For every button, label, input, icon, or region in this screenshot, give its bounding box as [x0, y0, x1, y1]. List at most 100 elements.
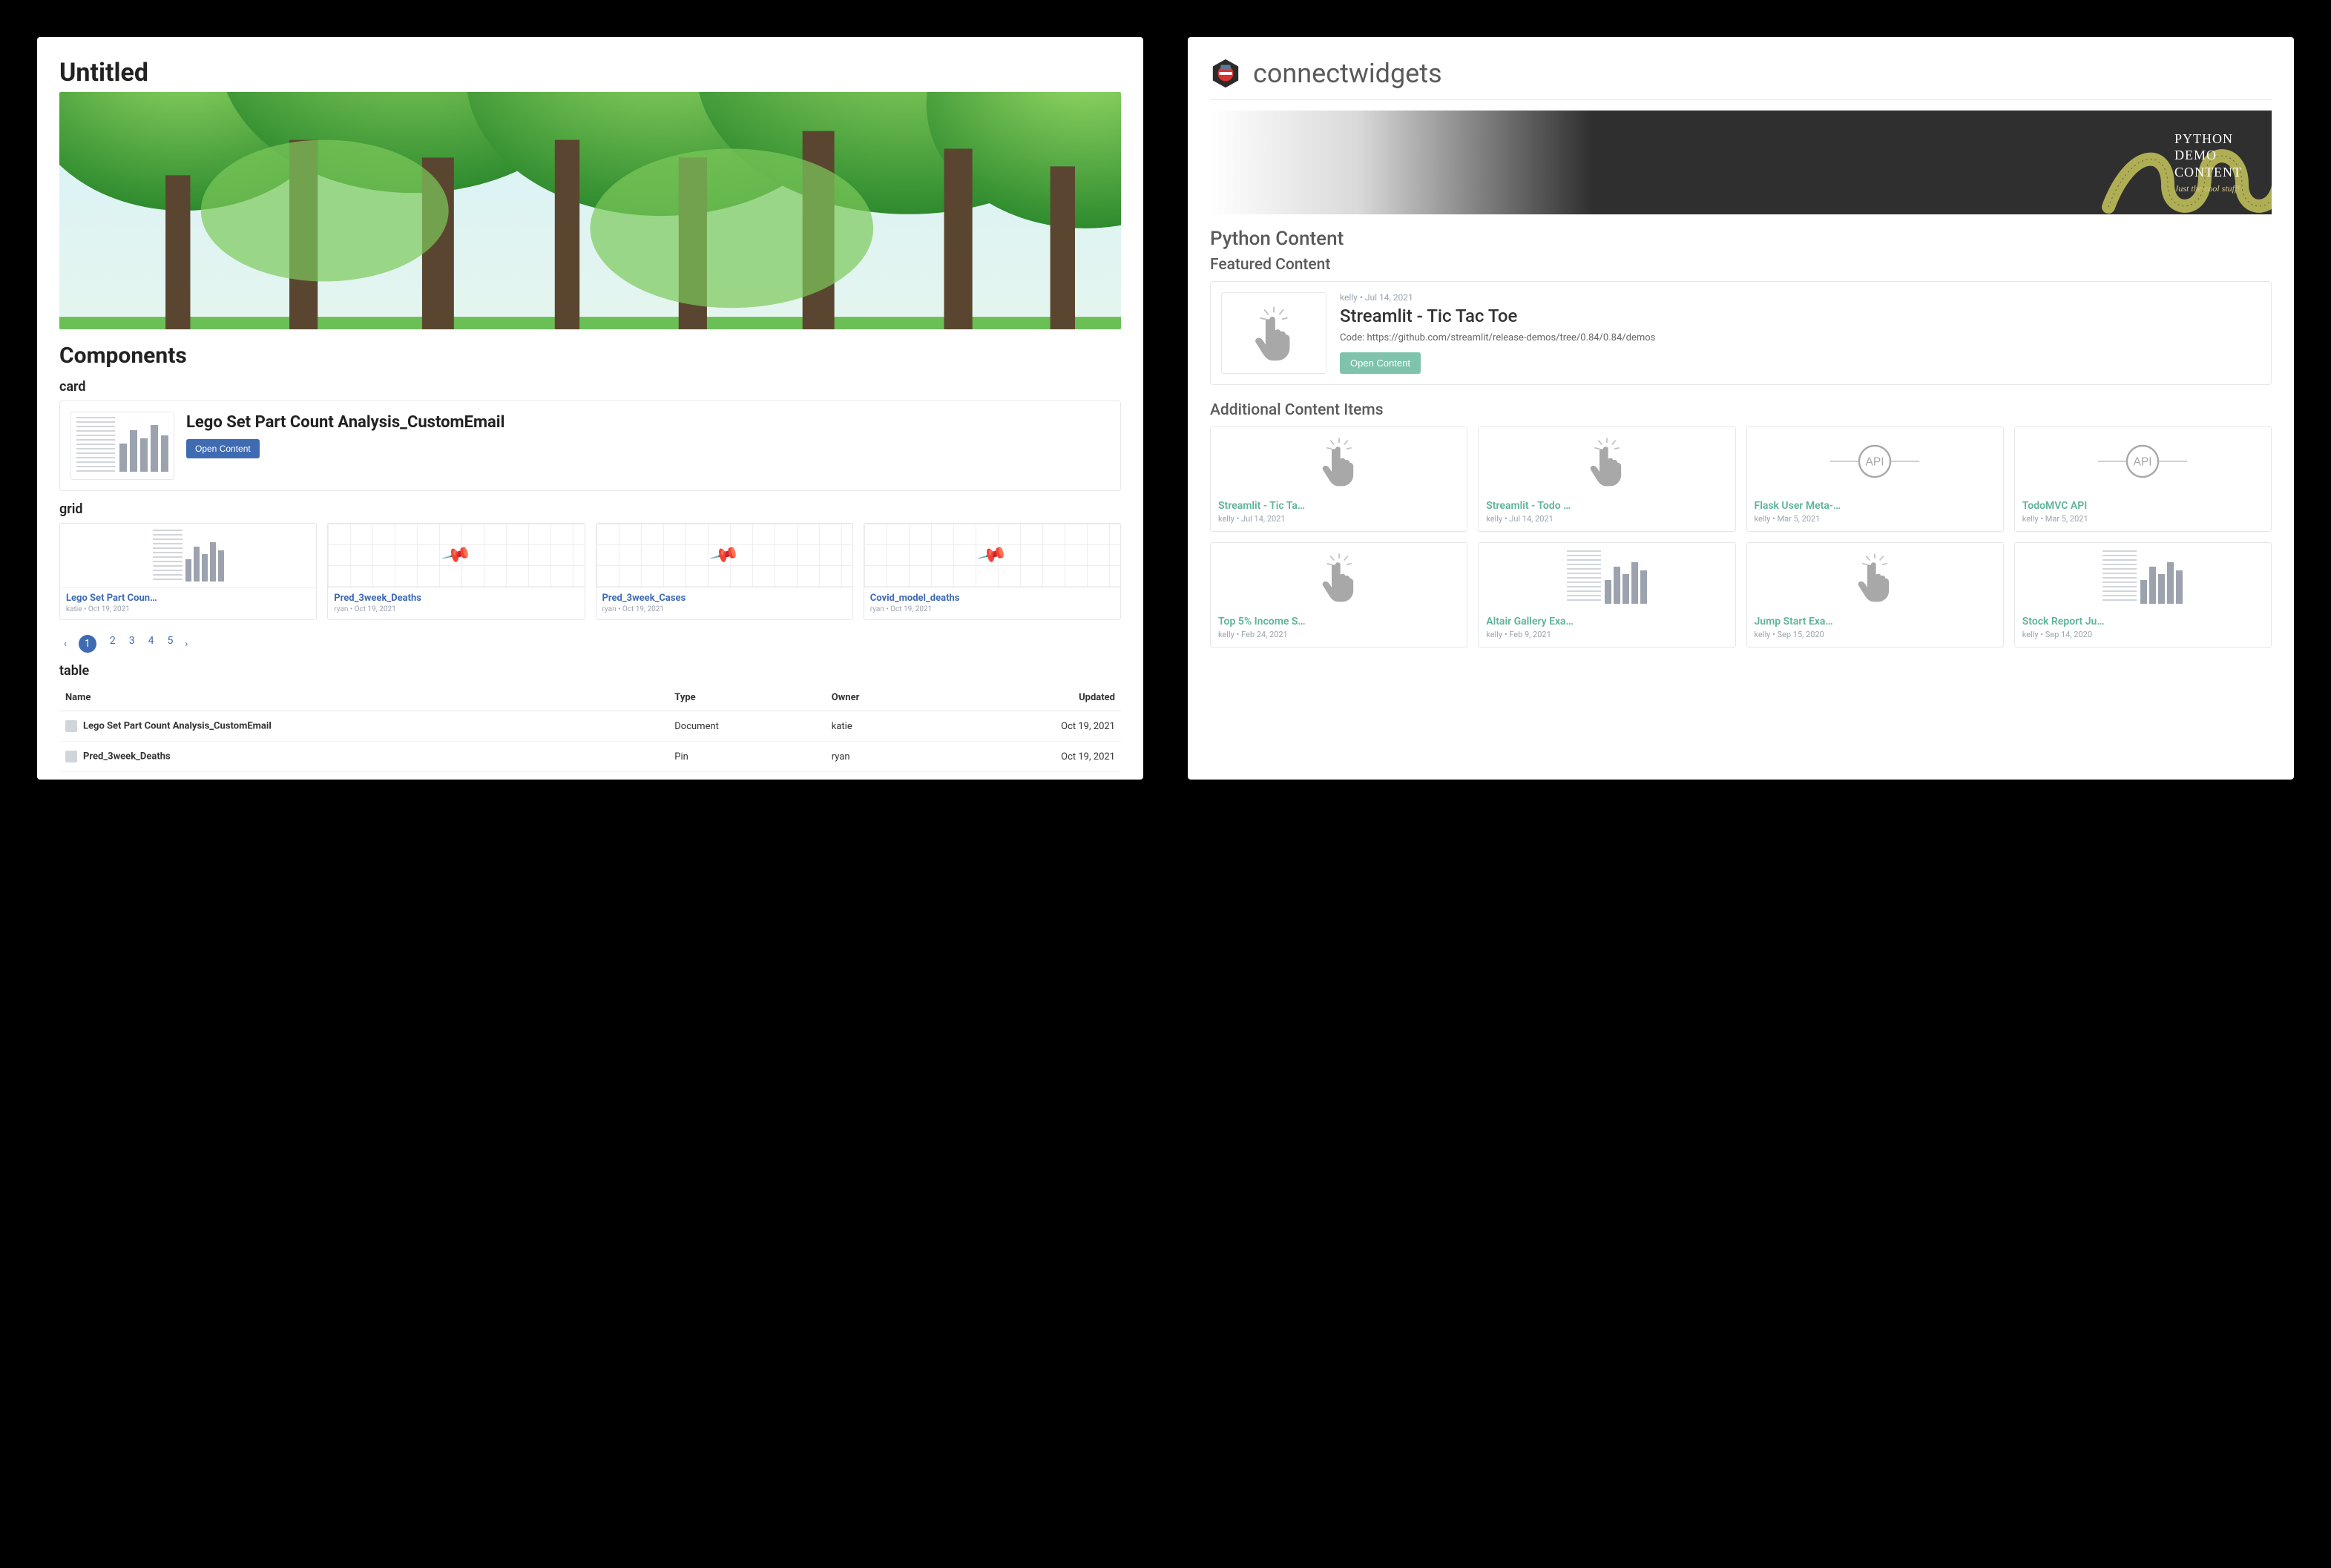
content-tile[interactable]: Flask User Meta-… kelly • Mar 5, 2021 — [1746, 426, 2004, 532]
content-tile[interactable]: Stock Report Ju… kelly • Sep 14, 2020 — [2014, 542, 2272, 648]
cell-type: Document — [668, 711, 826, 742]
pager-page[interactable]: 5 — [168, 635, 174, 653]
banner-line1: PYTHON — [2174, 131, 2242, 148]
open-content-button[interactable]: Open Content — [1340, 352, 1421, 374]
pointer-thumb-icon — [1211, 427, 1467, 495]
pin-thumb-icon: 📌 — [328, 524, 584, 587]
content-tile[interactable]: Streamlit - Tic Ta… kelly • Jul 14, 2021 — [1210, 426, 1467, 532]
table-header: Type — [668, 685, 826, 711]
table-header: Owner — [826, 685, 937, 711]
pager-page[interactable]: 1 — [79, 635, 96, 653]
card-thumbnail — [70, 412, 174, 480]
featured-description: Code: https://github.com/streamlit/relea… — [1340, 332, 1655, 343]
featured-thumbnail — [1221, 292, 1326, 374]
cell-name: Pred_3week_Deaths — [59, 742, 668, 772]
table-row[interactable]: Pred_3week_DeathsPinryanOct 19, 2021 — [59, 742, 1121, 772]
cell-name: Lego Set Part Count Analysis_CustomEmail — [59, 711, 668, 742]
content-grid: Lego Set Part Coun…katie • Oct 19, 2021📌… — [59, 523, 1121, 620]
banner-line3: CONTENT — [2174, 164, 2242, 181]
grid-item[interactable]: 📌Pred_3week_Casesryan • Oct 19, 2021 — [596, 523, 853, 620]
components-heading: Components — [59, 343, 1121, 369]
file-icon — [65, 720, 77, 732]
grid-item[interactable]: 📌 Covid_model_deathsryan • Oct 19, 2021 — [864, 523, 1121, 620]
featured-content-card[interactable]: kelly • Jul 14, 2021 Streamlit - Tic Tac… — [1210, 281, 2272, 385]
bars-thumb-icon — [1479, 543, 1735, 611]
grid-item-meta: ryan • Oct 19, 2021 — [870, 605, 1114, 613]
api-thumb-icon — [2015, 427, 2271, 495]
grid-item-meta: katie • Oct 19, 2021 — [66, 605, 310, 613]
additional-content-grid: Streamlit - Tic Ta…kelly • Jul 14, 2021S… — [1210, 426, 2272, 648]
pin-thumb-icon: 📌 — [864, 524, 1120, 587]
grid-item-meta: ryan • Oct 19, 2021 — [602, 605, 846, 613]
grid-item[interactable]: 📌 Pred_3week_Deathsryan • Oct 19, 2021 — [327, 523, 585, 620]
featured-card[interactable]: Lego Set Part Count Analysis_CustomEmail… — [59, 401, 1121, 491]
tile-meta: kelly • Sep 15, 2020 — [1755, 630, 1996, 639]
grid-subheading: grid — [59, 501, 1121, 517]
tile-meta: kelly • Sep 14, 2020 — [2022, 630, 2263, 639]
tile-title: Altair Gallery Exa… — [1486, 616, 1727, 627]
pager-page[interactable]: 2 — [110, 635, 116, 653]
table-header: Updated — [937, 685, 1121, 711]
pager-page[interactable]: 3 — [129, 635, 135, 653]
tile-title: Streamlit - Tic Ta… — [1218, 500, 1459, 512]
pointer-thumb-icon — [1479, 427, 1735, 495]
table-row[interactable]: Lego Set Part Count Analysis_CustomEmail… — [59, 711, 1121, 742]
grid-item-title: Covid_model_deaths — [870, 593, 1114, 604]
tile-meta: kelly • Jul 14, 2021 — [1486, 514, 1727, 524]
tile-title: Jump Start Exa… — [1755, 616, 1996, 627]
content-tile[interactable]: Streamlit - Todo … kelly • Jul 14, 2021 — [1478, 426, 1735, 532]
table-header: Name — [59, 685, 668, 711]
file-icon — [65, 751, 77, 762]
tile-meta: kelly • Feb 24, 2021 — [1218, 630, 1459, 639]
hero-banner: PYTHON DEMO CONTENT Just the cool stuff! — [1210, 111, 2272, 214]
open-content-button[interactable]: Open Content — [186, 439, 260, 458]
pointer-thumb-icon — [1211, 543, 1467, 611]
content-tile[interactable]: TodoMVC API kelly • Mar 5, 2021 — [2014, 426, 2272, 532]
tile-title: Flask User Meta-… — [1755, 500, 1996, 512]
hex-logo-icon — [1210, 58, 1241, 89]
pager-page[interactable]: 4 — [148, 635, 154, 653]
pager-prev-icon[interactable]: ‹ — [64, 639, 67, 650]
bars-thumb-icon — [60, 524, 316, 587]
featured-content-heading: Featured Content — [1210, 256, 2272, 274]
cell-type: Pin — [668, 742, 826, 772]
cell-updated: Oct 19, 2021 — [937, 711, 1121, 742]
tile-meta: kelly • Mar 5, 2021 — [2022, 514, 2263, 524]
content-tile[interactable]: Top 5% Income S…kelly • Feb 24, 2021 — [1210, 542, 1467, 648]
banner-subtitle: Just the cool stuff! — [2174, 183, 2242, 194]
bars-thumb-icon — [2015, 543, 2271, 611]
table-subheading: table — [59, 663, 1121, 679]
tile-title: Stock Report Ju… — [2022, 616, 2263, 627]
featured-meta: kelly • Jul 14, 2021 — [1340, 292, 1655, 303]
brand-title: connectwidgets — [1253, 58, 1442, 89]
card-title: Lego Set Part Count Analysis_CustomEmail — [186, 413, 504, 432]
tile-meta: kelly • Mar 5, 2021 — [1755, 514, 1996, 524]
api-thumb-icon — [1747, 427, 2003, 495]
pointer-thumb-icon — [1747, 543, 2003, 611]
pagination: ‹ 1 2 3 4 5 › — [64, 635, 1121, 653]
tile-meta: kelly • Jul 14, 2021 — [1218, 514, 1459, 524]
tile-title: TodoMVC API — [2022, 500, 2263, 512]
grid-item-title: Lego Set Part Coun… — [66, 593, 310, 604]
content-tile[interactable]: Jump Start Exa… kelly • Sep 15, 2020 — [1746, 542, 2004, 648]
additional-items-heading: Additional Content Items — [1210, 401, 2272, 419]
cell-owner: ryan — [826, 742, 937, 772]
tile-meta: kelly • Feb 9, 2021 — [1486, 630, 1727, 639]
featured-title: Streamlit - Tic Tac Toe — [1340, 306, 1655, 326]
card-subheading: card — [59, 379, 1121, 395]
cell-owner: katie — [826, 711, 937, 742]
banner-line2: DEMO — [2174, 147, 2242, 164]
hero-image — [59, 92, 1121, 329]
cell-updated: Oct 19, 2021 — [937, 742, 1121, 772]
pin-thumb-icon: 📌 — [596, 524, 852, 587]
tile-title: Streamlit - Todo … — [1486, 500, 1727, 512]
pager-next-icon[interactable]: › — [185, 639, 188, 650]
content-tile[interactable]: Altair Gallery Exa… kelly • Feb 9, 2021 — [1478, 542, 1735, 648]
grid-item[interactable]: Lego Set Part Coun…katie • Oct 19, 2021 — [59, 523, 317, 620]
content-table: NameTypeOwnerUpdated Lego Set Part Count… — [59, 685, 1121, 772]
page-title: Untitled — [59, 58, 1121, 88]
right-panel: connectwidgets PYTHON DEMO CONTENT Just … — [1188, 37, 2294, 780]
grid-item-title: Pred_3week_Deaths — [334, 593, 578, 604]
grid-item-meta: ryan • Oct 19, 2021 — [334, 605, 578, 613]
left-panel: Untitled — [37, 37, 1143, 780]
